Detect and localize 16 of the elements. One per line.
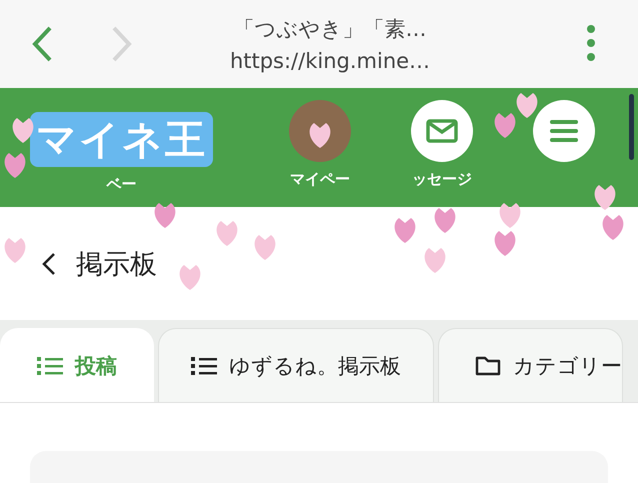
folder-icon (475, 354, 501, 376)
scrollbar (629, 94, 634, 160)
tab[interactable]: カテゴリー (438, 328, 623, 402)
logo-caption: ベー (106, 174, 136, 194)
page-title: 掲示板 (76, 248, 157, 282)
more-icon[interactable] (586, 24, 596, 64)
nav-label: ッセージ (412, 170, 472, 188)
url-text[interactable]: https://king.mine… (230, 49, 430, 73)
menu-icon (550, 118, 578, 142)
page-title: 「つぶやき」「素… (234, 16, 426, 43)
nav-label: マイペー (290, 170, 350, 188)
mail-icon (426, 118, 458, 142)
tab[interactable]: ゆずるね。掲示板 (158, 328, 434, 402)
back-icon[interactable] (42, 252, 56, 276)
list-icon (37, 356, 63, 376)
list-icon (191, 356, 217, 376)
